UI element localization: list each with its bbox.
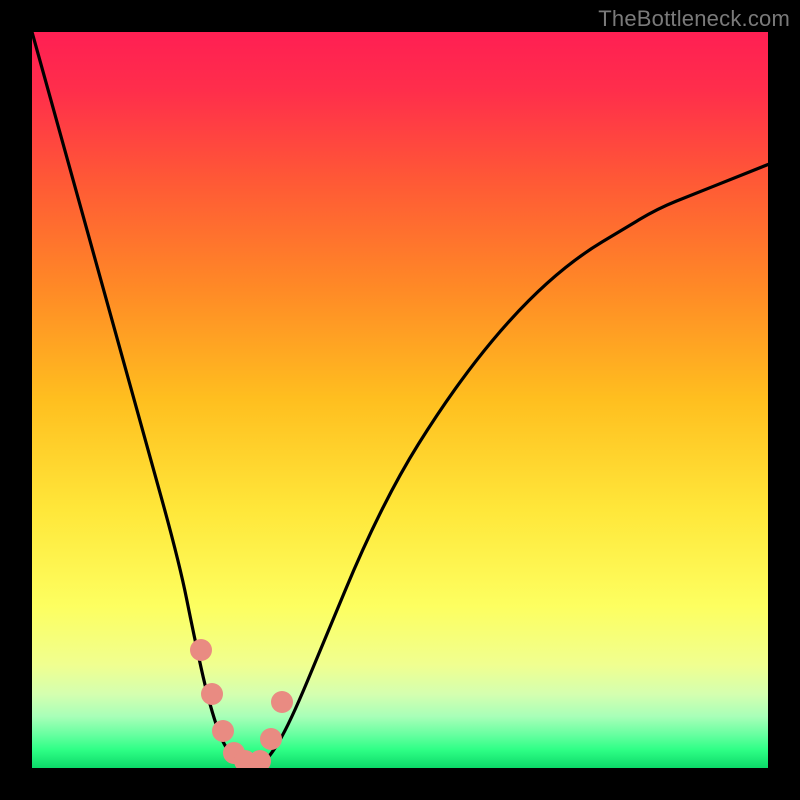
chart-frame: TheBottleneck.com xyxy=(0,0,800,800)
curve-marker xyxy=(201,683,223,705)
curve-marker xyxy=(212,720,234,742)
curve-marker xyxy=(260,728,282,750)
curve-marker xyxy=(271,691,293,713)
plot-area xyxy=(32,32,768,768)
watermark-text: TheBottleneck.com xyxy=(598,6,790,32)
curve-marker xyxy=(249,750,271,768)
bottleneck-curve xyxy=(32,32,768,768)
curve-marker xyxy=(190,639,212,661)
